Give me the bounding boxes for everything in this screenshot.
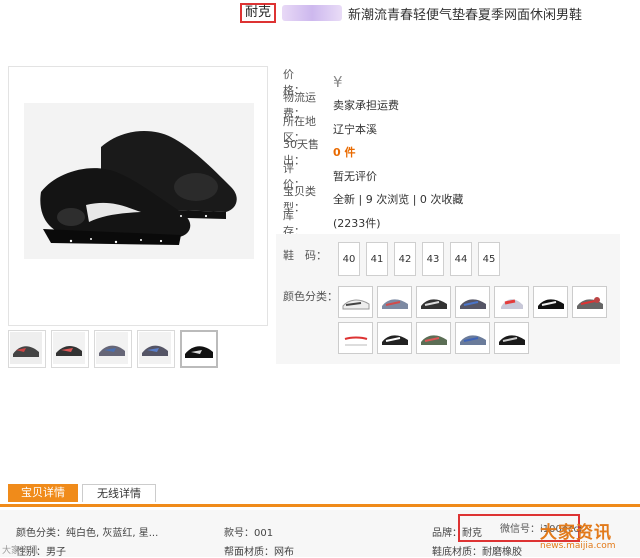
color-swatch-list xyxy=(338,286,618,354)
color-label: 颜色分类： xyxy=(283,290,338,303)
color-swatch[interactable] xyxy=(455,322,490,354)
watermark-url: news.maijia.com xyxy=(540,541,616,551)
product-properties: 价 格： ¥ 物流运费： 卖家承担运费 所在地区： 辽宁本溪 30天售出： 0 … xyxy=(283,68,463,238)
size-list: 40 41 42 43 44 45 xyxy=(338,242,500,276)
color-swatch[interactable] xyxy=(338,286,373,318)
tab-mobile-details[interactable]: 无线详情 xyxy=(82,484,156,502)
size-option[interactable]: 41 xyxy=(366,242,388,276)
color-swatch[interactable] xyxy=(494,286,529,318)
color-swatch[interactable] xyxy=(377,322,412,354)
attr-sole-material: 鞋底材质：耐磨橡胶 xyxy=(432,547,522,558)
thumbnail-5-selected[interactable] xyxy=(180,330,218,368)
size-option[interactable]: 40 xyxy=(338,242,360,276)
size-option[interactable]: 42 xyxy=(394,242,416,276)
shoe-pair-image xyxy=(40,131,237,245)
sku-options-panel: 鞋 码： 40 41 42 43 44 45 颜色分类： xyxy=(276,234,620,364)
thumbnail-3[interactable] xyxy=(94,330,132,368)
color-swatch[interactable] xyxy=(377,286,412,318)
title-brand: 耐克 xyxy=(240,3,277,23)
color-swatch[interactable] xyxy=(572,286,607,318)
size-option[interactable]: 44 xyxy=(450,242,472,276)
color-swatch[interactable] xyxy=(416,322,451,354)
price-value: ¥ xyxy=(333,72,343,91)
watermark-logo-text: 大家资讯 xyxy=(540,523,612,543)
watermark-left: 大家资讯 xyxy=(2,546,39,556)
size-option[interactable]: 43 xyxy=(422,242,444,276)
color-swatch[interactable] xyxy=(455,286,490,318)
detail-tab-bar: 宝贝详情 无线详情 xyxy=(0,484,640,507)
color-swatch[interactable] xyxy=(338,322,373,354)
prop-stock: 库 存： (2233件) xyxy=(283,208,381,238)
thumbnail-1[interactable] xyxy=(8,330,46,368)
title-rest: 新潮流青春轻便气垫春夏季网面休闲男鞋 xyxy=(348,7,583,23)
attr-upper-material: 帮面材质：网布 xyxy=(224,547,294,558)
product-title: 耐克 新潮流青春轻便气垫春夏季网面休闲男鞋 xyxy=(240,3,582,23)
attr-style-no: 款号：001 xyxy=(224,528,274,539)
tab-item-details[interactable]: 宝贝详情 xyxy=(8,484,78,502)
thumbnail-strip xyxy=(8,330,218,368)
redaction-blur xyxy=(282,5,343,21)
attr-color-class: 颜色分类：纯白色, 灰蓝红, 星... xyxy=(16,528,159,539)
color-swatch[interactable] xyxy=(533,286,568,318)
size-label: 鞋 码： xyxy=(283,249,327,262)
color-swatch[interactable] xyxy=(494,322,529,354)
size-option[interactable]: 45 xyxy=(478,242,500,276)
color-swatch[interactable] xyxy=(416,286,451,318)
main-product-image[interactable] xyxy=(8,66,268,326)
thumbnail-4[interactable] xyxy=(137,330,175,368)
thumbnail-2[interactable] xyxy=(51,330,89,368)
